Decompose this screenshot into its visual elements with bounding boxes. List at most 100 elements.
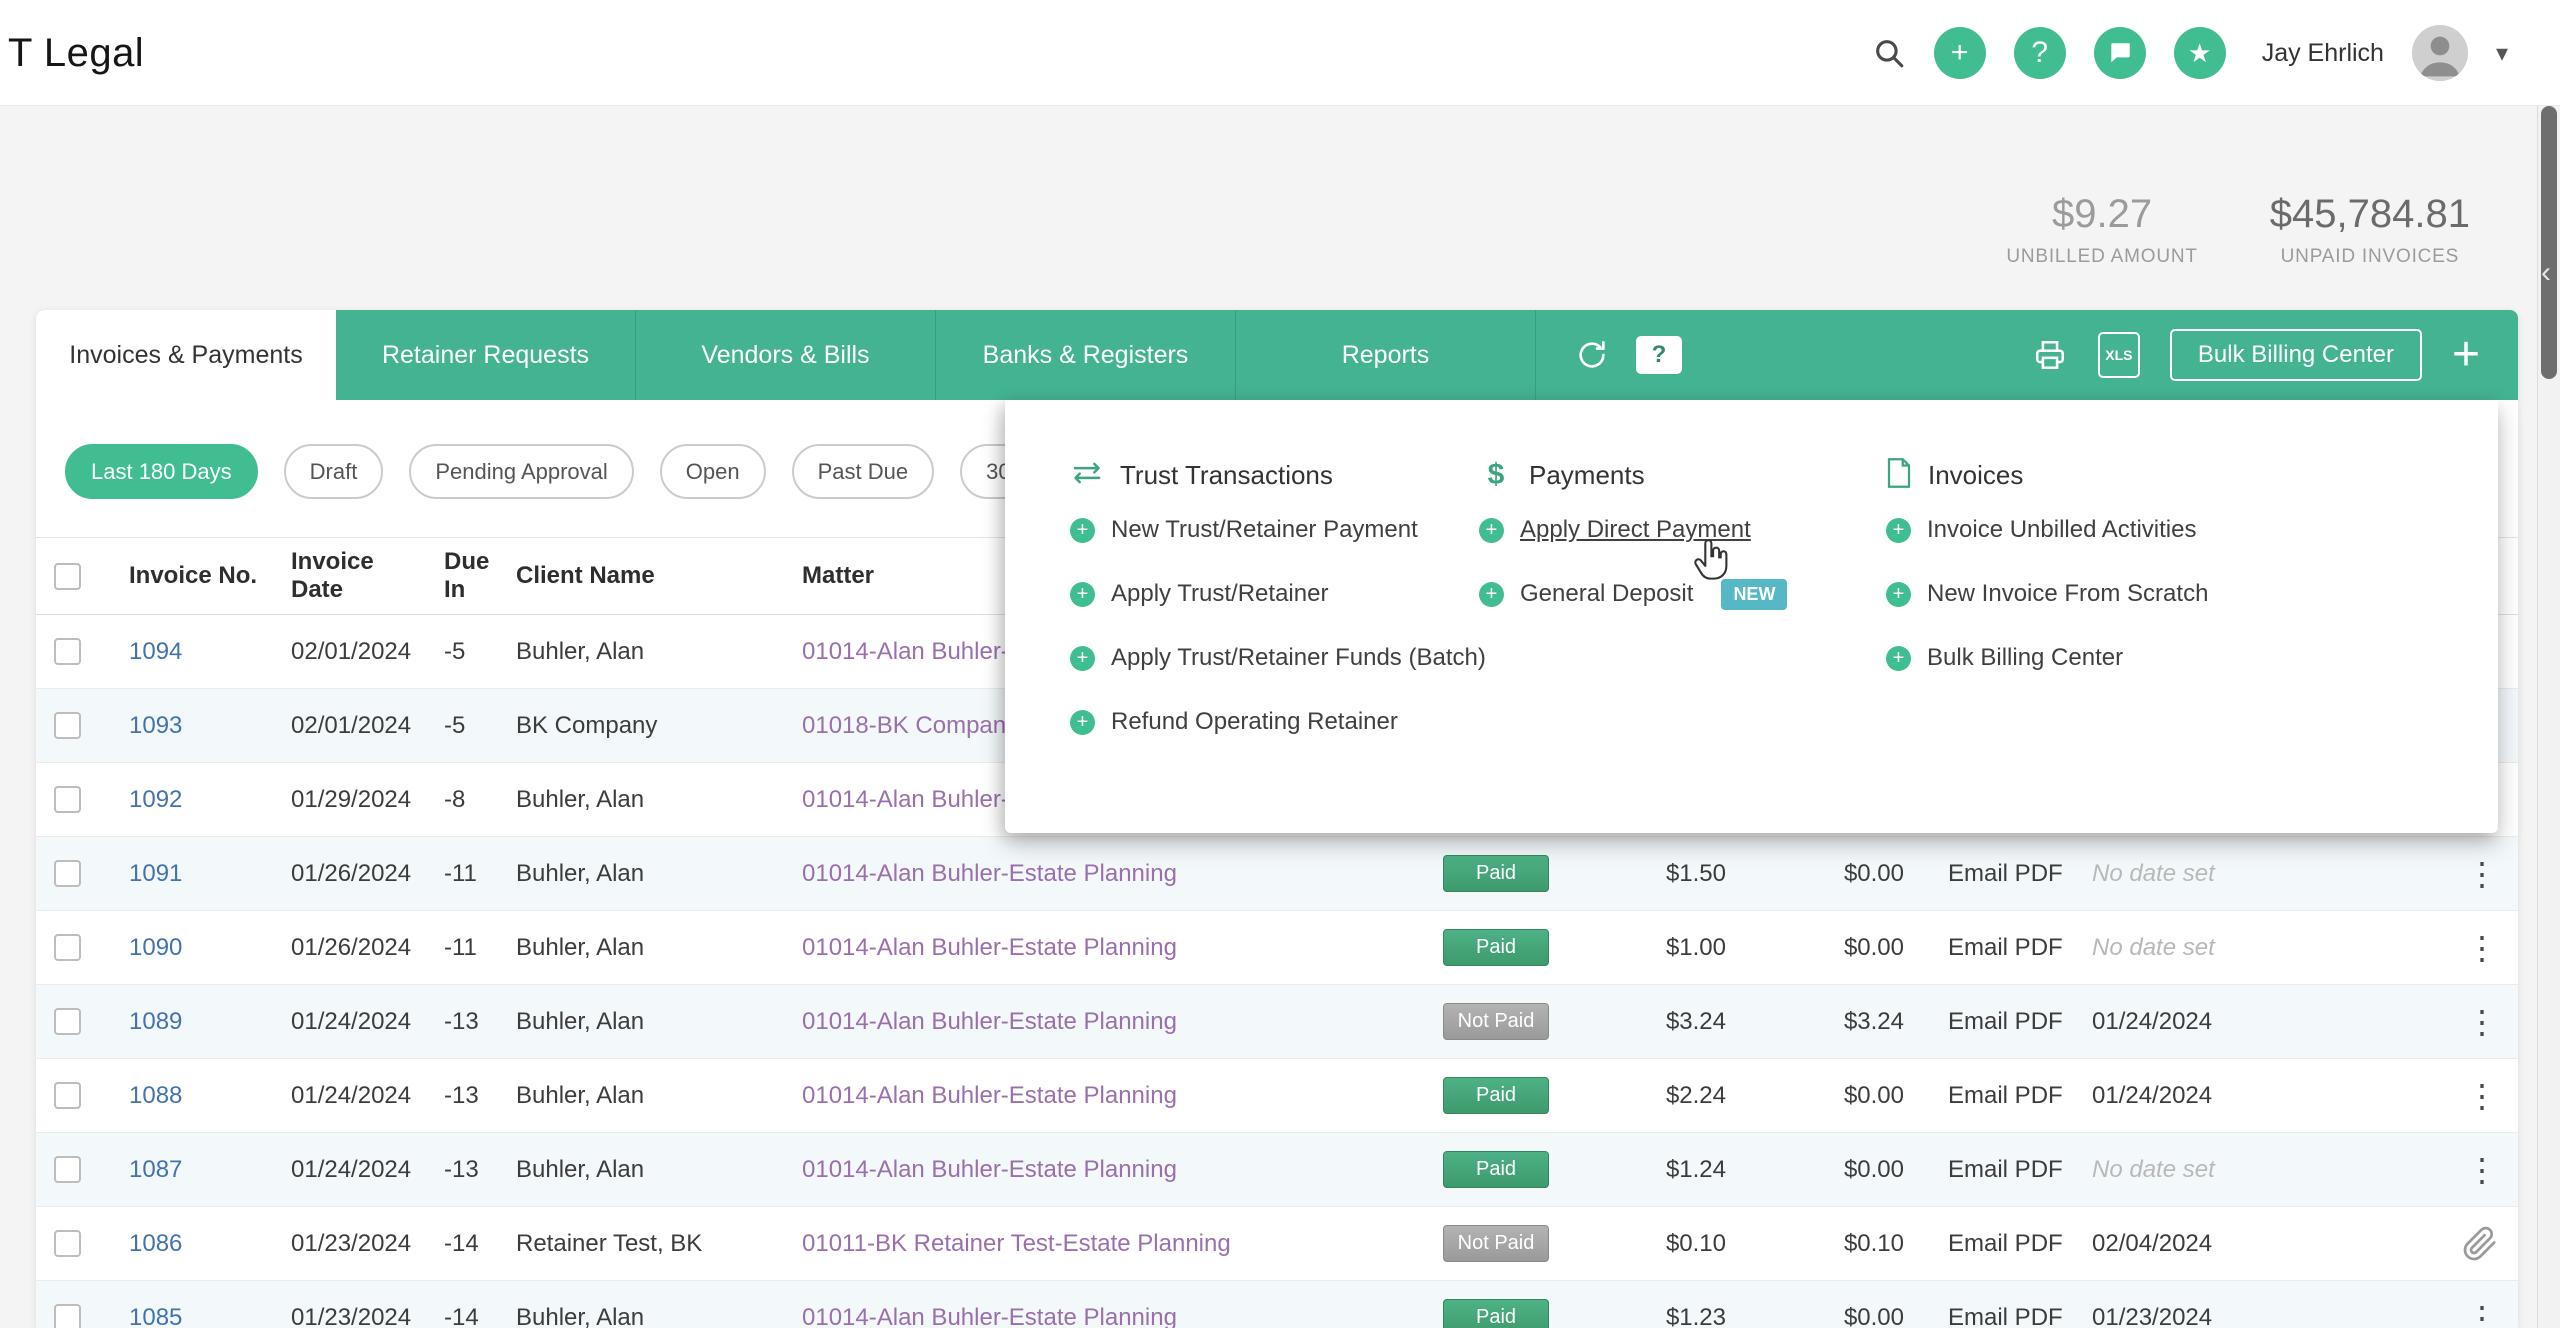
matter-link[interactable]: 01014-Alan Buhler-Estate Planning	[802, 1008, 1177, 1035]
matter-link[interactable]: 01014-Alan Buhler-Estate Planning	[802, 1156, 1177, 1183]
menu-item-new-trust-retainer-payment[interactable]: + New Trust/Retainer Payment	[1070, 498, 1486, 562]
matter-link[interactable]: 01014-Alan Buhler-Estate Planning	[802, 1304, 1177, 1328]
header-invoice-no[interactable]: Invoice No.	[129, 562, 291, 590]
invoice-date-cell: 01/24/2024	[291, 1156, 444, 1184]
favorites-star-icon[interactable]: ★	[2174, 27, 2226, 79]
filter-chip-last-180-days[interactable]: Last 180 Days	[65, 444, 258, 499]
invoice-number-link[interactable]: 1086	[129, 1230, 182, 1257]
menu-item-apply-direct-payment[interactable]: + Apply Direct Payment	[1479, 498, 1787, 562]
filter-chip-pending-approval[interactable]: Pending Approval	[409, 444, 633, 499]
unbilled-amount-value: $9.27	[2006, 192, 2197, 237]
refresh-icon[interactable]	[1576, 339, 1608, 371]
tab-reports[interactable]: Reports	[1236, 310, 1536, 400]
keyboard-shortcuts-help-key[interactable]: ?	[1636, 336, 1682, 374]
quick-add-plus-icon[interactable]: +	[1934, 27, 1986, 79]
top-bar: T Legal + ? ★ Jay Ehrlich ▾	[0, 0, 2560, 106]
vertical-scrollbar-track[interactable]: ‹	[2537, 106, 2560, 1328]
row-menu-kebab-icon[interactable]: ⋮	[2466, 858, 2498, 890]
matter-link[interactable]: 01011-BK Retainer Test-Estate Planning	[802, 1230, 1231, 1257]
search-icon[interactable]	[1872, 36, 1906, 70]
menu-section-payments: $ Payments + Apply Direct Payment + Gene…	[1479, 448, 1787, 626]
menu-item-apply-trust-retainer[interactable]: + Apply Trust/Retainer	[1070, 562, 1486, 626]
invoice-row: 1088 01/24/2024 -13 Buhler, Alan 01014-A…	[36, 1059, 2518, 1133]
delivery-method-cell: Email PDF	[1904, 860, 2092, 888]
delivery-method-cell: Email PDF	[1904, 1304, 2092, 1328]
filter-chip-draft[interactable]: Draft	[284, 444, 384, 499]
due-in-cell: -13	[444, 1082, 516, 1110]
plus-circle-icon: +	[1886, 518, 1911, 543]
help-icon[interactable]: ?	[2014, 27, 2066, 79]
row-checkbox[interactable]	[54, 1082, 81, 1109]
tab-banks-registers[interactable]: Banks & Registers	[936, 310, 1236, 400]
invoice-document-icon	[1886, 458, 1912, 493]
delivery-method-cell: Email PDF	[1904, 1156, 2092, 1184]
menu-item-bulk-billing-center[interactable]: + Bulk Billing Center	[1886, 626, 2208, 690]
row-checkbox[interactable]	[54, 786, 81, 813]
menu-item-new-invoice-from-scratch[interactable]: + New Invoice From Scratch	[1886, 562, 2208, 626]
due-in-cell: -14	[444, 1304, 516, 1328]
matter-link[interactable]: 01014-Alan Buhler-Estate Planning	[802, 934, 1177, 961]
invoice-number-link[interactable]: 1094	[129, 638, 182, 665]
vertical-scrollbar-thumb[interactable]	[2541, 106, 2557, 379]
menu-item-invoice-unbilled-activities[interactable]: + Invoice Unbilled Activities	[1886, 498, 2208, 562]
row-checkbox[interactable]	[54, 860, 81, 887]
transfer-arrows-icon	[1070, 460, 1104, 491]
menu-item-general-deposit[interactable]: + General Deposit NEW	[1479, 562, 1787, 626]
filter-chip-past-due[interactable]: Past Due	[792, 444, 935, 499]
header-invoice-date[interactable]: Invoice Date	[291, 548, 444, 603]
row-checkbox[interactable]	[54, 1304, 81, 1328]
tab-retainer-requests[interactable]: Retainer Requests	[336, 310, 636, 400]
bulk-billing-center-button[interactable]: Bulk Billing Center	[2170, 329, 2422, 381]
plus-circle-icon: +	[1070, 646, 1095, 671]
invoice-amount-cell: $3.24	[1566, 1008, 1726, 1036]
new-item-plus-icon[interactable]: +	[2452, 331, 2480, 379]
invoice-number-link[interactable]: 1085	[129, 1304, 182, 1328]
row-checkbox[interactable]	[54, 712, 81, 739]
collapse-panel-chevron-icon[interactable]: ‹	[2541, 258, 2551, 288]
attachment-paperclip-icon[interactable]	[2462, 1226, 2498, 1262]
matter-link[interactable]: 01014-Alan Buhler-Estate Planning	[802, 1082, 1177, 1109]
invoice-date-cell: 01/23/2024	[291, 1304, 444, 1328]
plus-circle-icon: +	[1886, 582, 1911, 607]
row-checkbox[interactable]	[54, 1156, 81, 1183]
invoice-number-link[interactable]: 1089	[129, 1008, 182, 1035]
row-checkbox[interactable]	[54, 934, 81, 961]
header-client-name[interactable]: Client Name	[516, 562, 802, 590]
tab-vendors-bills[interactable]: Vendors & Bills	[636, 310, 936, 400]
menu-item-refund-operating-retainer[interactable]: + Refund Operating Retainer	[1070, 690, 1486, 754]
menu-item-apply-trust-retainer-funds-batch[interactable]: + Apply Trust/Retainer Funds (Batch)	[1070, 626, 1486, 690]
row-checkbox[interactable]	[54, 1230, 81, 1257]
export-xls-icon[interactable]: XLS	[2098, 332, 2140, 378]
client-name-cell: Buhler, Alan	[516, 1082, 802, 1110]
invoice-number-link[interactable]: 1090	[129, 934, 182, 961]
tab-invoices-payments[interactable]: Invoices & Payments	[36, 310, 336, 400]
header-checkbox[interactable]	[54, 563, 81, 590]
client-name-cell: BK Company	[516, 712, 802, 740]
invoice-row: 1089 01/24/2024 -13 Buhler, Alan 01014-A…	[36, 985, 2518, 1059]
menu-section-title: Invoices	[1928, 460, 2023, 491]
user-avatar[interactable]	[2412, 25, 2468, 81]
user-name[interactable]: Jay Ehrlich	[2262, 39, 2384, 68]
row-menu-kebab-icon[interactable]: ⋮	[2466, 932, 2498, 964]
row-checkbox[interactable]	[54, 1008, 81, 1035]
row-menu-kebab-icon[interactable]: ⋮	[2466, 1080, 2498, 1112]
due-in-cell: -5	[444, 712, 516, 740]
invoice-number-link[interactable]: 1091	[129, 860, 182, 887]
row-checkbox[interactable]	[54, 638, 81, 665]
header-due-in[interactable]: Due In	[444, 548, 516, 603]
invoice-number-link[interactable]: 1093	[129, 712, 182, 739]
row-menu-kebab-icon[interactable]: ⋮	[2466, 1154, 2498, 1186]
invoice-number-link[interactable]: 1087	[129, 1156, 182, 1183]
quick-add-menu-panel: Trust Transactions + New Trust/Retainer …	[1005, 400, 2498, 833]
invoice-number-link[interactable]: 1088	[129, 1082, 182, 1109]
print-icon[interactable]	[2032, 338, 2068, 372]
client-name-cell: Retainer Test, BK	[516, 1230, 802, 1258]
row-menu-kebab-icon[interactable]: ⋮	[2466, 1006, 2498, 1038]
user-menu-caret-icon[interactable]: ▾	[2496, 39, 2508, 68]
matter-link[interactable]: 01014-Alan Buhler-Estate Planning	[802, 860, 1177, 887]
row-menu-kebab-icon[interactable]: ⋮	[2466, 1302, 2498, 1328]
balance-due-cell: $0.00	[1726, 1156, 1904, 1184]
invoice-number-link[interactable]: 1092	[129, 786, 182, 813]
filter-chip-open[interactable]: Open	[660, 444, 766, 499]
chat-icon[interactable]	[2094, 27, 2146, 79]
